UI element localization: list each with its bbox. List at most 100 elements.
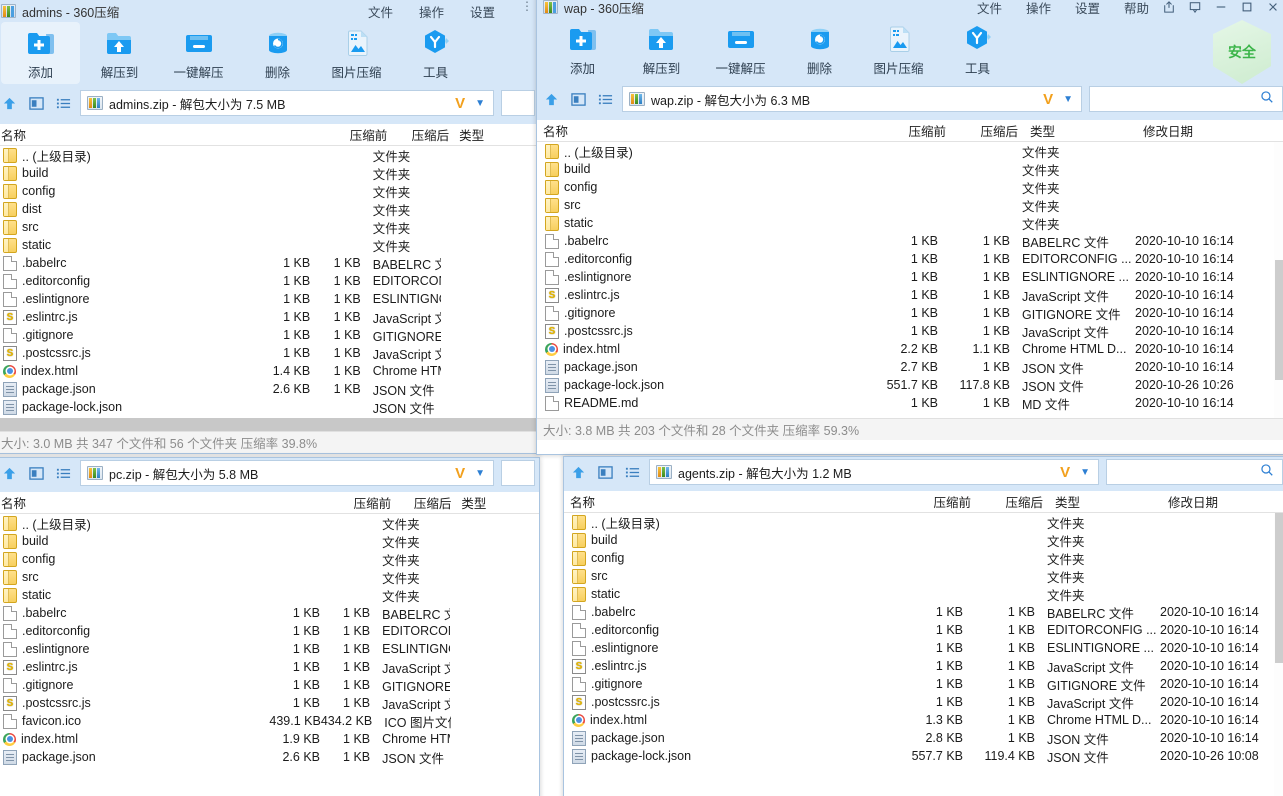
table-row[interactable]: .eslintignore1 KB1 KBESLINTIGNOR	[0, 640, 539, 658]
table-row[interactable]: .. (上级目录)文件夹	[0, 514, 539, 532]
toolbar-delete-button[interactable]: 删除	[238, 22, 317, 84]
col-name[interactable]: 名称	[537, 121, 879, 140]
table-row[interactable]: static文件夹	[0, 586, 539, 604]
toolbar-add-button[interactable]: 添加	[543, 18, 622, 80]
toolbar-tools-button[interactable]: 工具	[396, 22, 475, 84]
col-type[interactable]: 类型	[1018, 121, 1143, 140]
admins-hscrollbar[interactable]	[0, 418, 539, 431]
col-type[interactable]: 类型	[1043, 492, 1168, 511]
table-row[interactable]: src文件夹	[564, 567, 1283, 585]
col-name[interactable]: 名称	[564, 492, 909, 511]
agents-list-header[interactable]: 名称 压缩前 压缩后 类型 修改日期	[564, 491, 1283, 513]
table-row[interactable]: static文件夹	[537, 214, 1283, 232]
up-arrow-icon[interactable]	[541, 89, 561, 109]
admins-list-header[interactable]: 名称 压缩前 压缩后 类型	[0, 124, 539, 146]
wap-file-list[interactable]: .. (上级目录)文件夹build文件夹config文件夹src文件夹stati…	[537, 142, 1283, 418]
col-type[interactable]: 类型	[451, 493, 539, 512]
toolbar-extract-to-button[interactable]: 解压到	[80, 22, 159, 84]
search-icon[interactable]	[1260, 90, 1274, 109]
table-row[interactable]: index.html1.3 KB1 KBChrome HTML D...2020…	[564, 711, 1283, 729]
col-name[interactable]: 名称	[0, 125, 329, 144]
preview-pane-icon[interactable]	[595, 462, 615, 482]
table-row[interactable]: src文件夹	[0, 568, 539, 586]
menu-operation[interactable]: 操作	[1026, 0, 1051, 17]
menu-file[interactable]: 文件	[368, 2, 393, 21]
chevron-down-icon[interactable]: ▼	[1063, 94, 1075, 105]
table-row[interactable]: .eslintignore1 KB1 KBESLINTIGNORE	[0, 290, 539, 308]
table-row[interactable]: .. (上级目录)文件夹	[564, 513, 1283, 531]
col-name[interactable]: 名称	[0, 493, 335, 512]
table-row[interactable]: .postcssrc.js1 KB1 KBJavaScript 文件2020-1…	[537, 322, 1283, 340]
agents-search-input[interactable]	[1106, 459, 1283, 485]
chevron-down-icon[interactable]: ▼	[475, 98, 487, 109]
up-arrow-icon[interactable]	[568, 462, 588, 482]
table-row[interactable]: index.html1.9 KB1 KBChrome HTML	[0, 730, 539, 748]
maximize-button[interactable]	[1241, 1, 1253, 13]
table-row[interactable]: package-lock.json551.7 KB117.8 KBJSON 文件…	[537, 376, 1283, 394]
toolbar-tools-button[interactable]: 工具	[938, 18, 1017, 80]
col-after[interactable]: 压缩后	[391, 493, 451, 512]
preview-pane-icon[interactable]	[568, 89, 588, 109]
col-before[interactable]: 压缩前	[335, 493, 391, 512]
table-row[interactable]: static文件夹	[0, 236, 539, 254]
table-row[interactable]: .postcssrc.js1 KB1 KBJavaScript 文件2020-1…	[564, 693, 1283, 711]
table-row[interactable]: package-lock.json557.7 KB119.4 KBJSON 文件…	[564, 747, 1283, 765]
table-row[interactable]: package.json2.7 KB1 KBJSON 文件2020-10-10 …	[537, 358, 1283, 376]
agents-file-list[interactable]: .. (上级目录)文件夹build文件夹config文件夹src文件夹stati…	[564, 513, 1283, 796]
upload-icon[interactable]	[1163, 1, 1175, 13]
close-button[interactable]	[1267, 1, 1279, 13]
pc-address-input[interactable]: pc.zip - 解包大小为 5.8 MB V ▼	[80, 460, 494, 486]
table-row[interactable]: build文件夹	[564, 531, 1283, 549]
table-row[interactable]: build文件夹	[0, 164, 539, 182]
vip-icon[interactable]: V	[1043, 91, 1057, 108]
table-row[interactable]: .eslintrc.js1 KB1 KBJavaScript 文件	[0, 658, 539, 676]
menu-help[interactable]: 帮助	[1124, 0, 1149, 17]
menu-file[interactable]: 文件	[977, 0, 1002, 17]
window-agents[interactable]: agents.zip - 解包大小为 1.2 MB V ▼ 名称 压缩前 压缩后…	[563, 456, 1283, 796]
list-view-icon[interactable]	[53, 463, 73, 483]
window-pc[interactable]: pc.zip - 解包大小为 5.8 MB V ▼ 名称 压缩前 压缩后 类型 …	[0, 457, 540, 796]
toolbar-add-button[interactable]: 添加	[1, 22, 80, 84]
vip-icon[interactable]: V	[455, 95, 469, 112]
table-row[interactable]: .editorconfig1 KB1 KBEDITORCONFIG	[0, 272, 539, 290]
table-row[interactable]: index.html1.4 KB1 KBChrome HTML D...	[0, 362, 539, 380]
table-row[interactable]: .postcssrc.js1 KB1 KBJavaScript 文件	[0, 694, 539, 712]
agents-address-input[interactable]: agents.zip - 解包大小为 1.2 MB V ▼	[649, 459, 1099, 485]
col-type[interactable]: 类型	[449, 125, 539, 144]
admins-titlebar[interactable]: admins - 360压缩 文件 操作 设置 ⋮	[0, 0, 539, 22]
wap-window-controls[interactable]	[1149, 1, 1283, 13]
wap-menubar[interactable]: 文件 操作 设置 帮助	[977, 0, 1149, 17]
wap-titlebar[interactable]: wap - 360压缩 文件 操作 设置 帮助	[537, 0, 1283, 18]
table-row[interactable]: static文件夹	[564, 585, 1283, 603]
pc-list-header[interactable]: 名称 压缩前 压缩后 类型	[0, 492, 539, 514]
col-date[interactable]: 修改日期	[1143, 121, 1263, 140]
table-row[interactable]: .eslintrc.js1 KB1 KBJavaScript 文件2020-10…	[564, 657, 1283, 675]
table-row[interactable]: .eslintignore1 KB1 KBESLINTIGNORE ...202…	[564, 639, 1283, 657]
table-row[interactable]: .eslintignore1 KB1 KBESLINTIGNORE ...202…	[537, 268, 1283, 286]
admins-address-row[interactable]: admins.zip - 解包大小为 7.5 MB V ▼	[0, 90, 539, 120]
up-arrow-icon[interactable]	[0, 93, 19, 113]
col-after[interactable]: 压缩后	[387, 125, 449, 144]
wap-list-header[interactable]: 名称 压缩前 压缩后 类型 修改日期	[537, 120, 1283, 142]
pc-address-row[interactable]: pc.zip - 解包大小为 5.8 MB V ▼	[0, 458, 539, 488]
pc-file-list[interactable]: .. (上级目录)文件夹build文件夹config文件夹src文件夹stati…	[0, 514, 539, 776]
agents-vscrollbar[interactable]	[1274, 513, 1283, 796]
col-after[interactable]: 压缩后	[971, 492, 1043, 511]
chevron-down-icon[interactable]: ▼	[1080, 467, 1092, 478]
table-row[interactable]: .babelrc1 KB1 KBBABELRC 文件2020-10-10 16:…	[537, 232, 1283, 250]
table-row[interactable]: .gitignore1 KB1 KBGITIGNORE 文件2020-10-10…	[537, 304, 1283, 322]
wap-address-row[interactable]: wap.zip - 解包大小为 6.3 MB V ▼	[537, 86, 1283, 116]
col-before[interactable]: 压缩前	[909, 492, 971, 511]
table-row[interactable]: config文件夹	[564, 549, 1283, 567]
agents-address-row[interactable]: agents.zip - 解包大小为 1.2 MB V ▼	[564, 457, 1283, 487]
table-row[interactable]: config文件夹	[537, 178, 1283, 196]
up-arrow-icon[interactable]	[0, 463, 19, 483]
toolbar-image-compress-button[interactable]: 图片压缩	[859, 18, 938, 80]
toolbar-extract-to-button[interactable]: 解压到	[622, 18, 701, 80]
table-row[interactable]: .babelrc1 KB1 KBBABELRC 文件	[0, 604, 539, 622]
admins-menubar[interactable]: 文件 操作 设置 ⋮	[368, 2, 539, 21]
search-icon[interactable]	[1260, 463, 1274, 482]
chevron-down-icon[interactable]: ▼	[475, 468, 487, 479]
wap-vscrollbar[interactable]	[1274, 142, 1283, 418]
table-row[interactable]: README.md1 KB1 KBMD 文件2020-10-10 16:14	[537, 394, 1283, 412]
